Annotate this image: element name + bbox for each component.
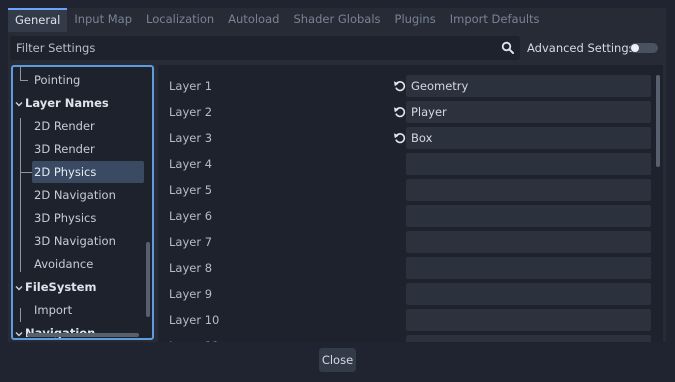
- layer-label: Layer 9: [169, 287, 213, 301]
- layer-name-field[interactable]: [406, 231, 651, 253]
- layer-label: Layer 11: [169, 333, 219, 342]
- layer-name-field[interactable]: [406, 205, 651, 227]
- tree-item-import[interactable]: Import: [34, 299, 72, 321]
- layer-row: Layer 1 Geometry: [158, 73, 663, 99]
- project-settings-dialog: General Input Map Localization Autoload …: [8, 8, 666, 342]
- layer-name-field[interactable]: [406, 283, 651, 305]
- layer-name-field[interactable]: Box: [406, 127, 651, 149]
- layer-name-field[interactable]: [406, 309, 651, 331]
- layer-name-field[interactable]: Geometry: [406, 75, 651, 97]
- layer-label: Layer 6: [169, 209, 213, 223]
- chevron-down-icon[interactable]: [15, 284, 23, 292]
- tree-connector: [20, 80, 28, 81]
- layer-name-field[interactable]: Player: [406, 101, 651, 123]
- tree-connector: [20, 67, 21, 81]
- tab-autoload[interactable]: Autoload: [221, 8, 286, 32]
- revert-icon[interactable]: [393, 131, 407, 145]
- layer-label: Layer 8: [169, 261, 213, 275]
- layer-row: Layer 2 Player: [158, 99, 663, 125]
- layer-names-panel: Layer 1 Geometry Layer 2 Player Layer 3 Box La…: [158, 65, 663, 342]
- tree-item-2d-render[interactable]: 2D Render: [34, 115, 95, 137]
- chevron-down-icon[interactable]: [15, 100, 23, 108]
- tree-section-layer-names[interactable]: Layer Names: [25, 92, 109, 114]
- tree-connector: [20, 308, 21, 322]
- tree-item-3d-navigation[interactable]: 3D Navigation: [34, 230, 116, 252]
- layer-row: Layer 8: [158, 255, 663, 281]
- tree-item-pointing[interactable]: Pointing: [34, 69, 80, 91]
- layer-label: Layer 10: [169, 313, 220, 327]
- revert-icon[interactable]: [393, 105, 407, 119]
- layer-row: Layer 5: [158, 177, 663, 203]
- tree-item-2d-physics[interactable]: 2D Physics: [32, 161, 144, 183]
- layer-label: Layer 1: [169, 79, 213, 93]
- layer-label: Layer 4: [169, 157, 213, 171]
- tree-section-navigation[interactable]: Navigation: [25, 322, 95, 338]
- tab-localization[interactable]: Localization: [139, 8, 221, 32]
- tree-item-avoidance[interactable]: Avoidance: [34, 253, 93, 275]
- revert-icon[interactable]: [393, 79, 407, 93]
- layer-name-field[interactable]: [406, 179, 651, 201]
- layer-row: Layer 4: [158, 151, 663, 177]
- layer-label: Layer 7: [169, 235, 213, 249]
- layer-row: Layer 6: [158, 203, 663, 229]
- settings-tree: Pointing Layer Names 2D Render 3D Render…: [11, 65, 154, 340]
- tab-import-defaults[interactable]: Import Defaults: [443, 8, 547, 32]
- tree-vertical-scrollbar[interactable]: [146, 242, 150, 317]
- content-vertical-scrollbar[interactable]: [656, 75, 660, 167]
- layer-row: Layer 10: [158, 307, 663, 333]
- tab-general[interactable]: General: [8, 8, 68, 32]
- tree-item-2d-navigation[interactable]: 2D Navigation: [34, 184, 116, 206]
- layer-label: Layer 5: [169, 183, 213, 197]
- layer-row: Layer 3 Box: [158, 125, 663, 151]
- advanced-settings-toggle[interactable]: [630, 43, 658, 53]
- layer-row: Layer 7: [158, 229, 663, 255]
- toggle-knob: [631, 44, 639, 52]
- tree-connector: [20, 118, 21, 272]
- tab-shader-globals[interactable]: Shader Globals: [286, 8, 387, 32]
- tree-section-filesystem[interactable]: FileSystem: [25, 276, 96, 298]
- advanced-settings-label: Advanced Settings: [527, 41, 635, 55]
- layer-name-field[interactable]: [406, 153, 651, 175]
- tab-input-map[interactable]: Input Map: [67, 8, 139, 32]
- layer-name-field[interactable]: [406, 257, 651, 279]
- layer-row: Layer 9: [158, 281, 663, 307]
- layer-row: Layer 11: [158, 333, 663, 342]
- close-button[interactable]: Close: [319, 348, 356, 372]
- tab-plugins[interactable]: Plugins: [388, 8, 443, 32]
- tab-bar: General Input Map Localization Autoload …: [8, 8, 666, 32]
- search-icon[interactable]: [501, 41, 515, 55]
- tree-item-3d-render[interactable]: 3D Render: [34, 138, 95, 160]
- layer-label: Layer 2: [169, 105, 213, 119]
- layer-label: Layer 3: [169, 131, 213, 145]
- tree-connector: [20, 172, 32, 173]
- chevron-down-icon[interactable]: [15, 330, 23, 338]
- layer-name-field[interactable]: [406, 335, 651, 342]
- tree-item-3d-physics[interactable]: 3D Physics: [34, 207, 96, 229]
- tree-horizontal-scrollbar[interactable]: [27, 333, 139, 337]
- filter-settings-input[interactable]: Filter Settings: [10, 36, 520, 60]
- filter-row: Filter Settings Advanced Settings: [8, 36, 666, 60]
